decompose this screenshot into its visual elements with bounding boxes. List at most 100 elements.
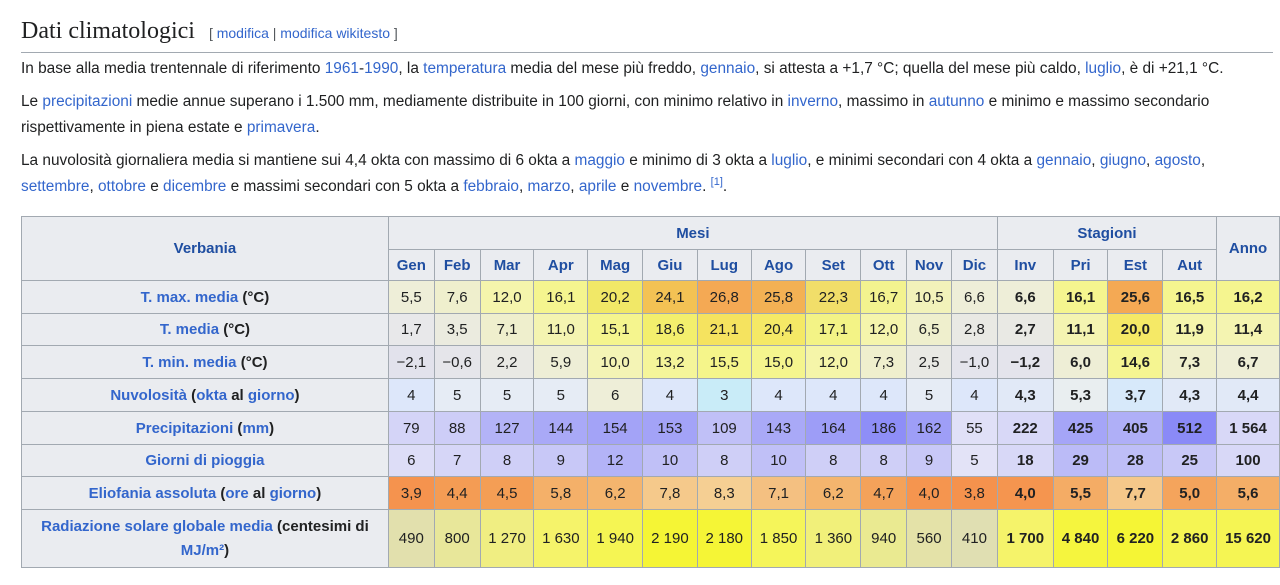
year-cell: 6,7 bbox=[1216, 345, 1280, 379]
month-cell: 18,6 bbox=[642, 313, 698, 346]
text-run: , massimo in bbox=[838, 93, 929, 110]
wiki-link[interactable]: inverno bbox=[788, 93, 838, 110]
text-run: , bbox=[1200, 152, 1206, 169]
wiki-link[interactable]: Giorni di pioggia bbox=[145, 452, 264, 469]
season-cell: 16,5 bbox=[1162, 280, 1218, 314]
month-cell: 2,5 bbox=[906, 345, 952, 379]
wiki-link[interactable]: Radiazione solare globale media bbox=[41, 518, 273, 535]
month-cell: 17,1 bbox=[805, 313, 862, 346]
month-cell: 1 940 bbox=[587, 509, 644, 568]
wiki-link[interactable]: precipitazioni bbox=[42, 93, 132, 110]
season-cell: 14,6 bbox=[1107, 345, 1164, 379]
text-run: , bbox=[570, 178, 579, 195]
month-cell: 560 bbox=[906, 509, 952, 568]
season-cell: 11,9 bbox=[1162, 313, 1218, 346]
wiki-link[interactable]: luglio bbox=[771, 152, 807, 169]
wiki-link[interactable]: okta bbox=[196, 387, 227, 404]
season-cell: 512 bbox=[1162, 411, 1218, 445]
wiki-link[interactable]: settembre bbox=[21, 178, 89, 195]
year-cell: 4,4 bbox=[1216, 378, 1280, 412]
month-cell: 16,7 bbox=[860, 280, 908, 314]
reference-link[interactable]: [1] bbox=[711, 176, 723, 188]
wiki-link[interactable]: T. min. media bbox=[142, 354, 236, 371]
wiki-link[interactable]: luglio bbox=[1085, 60, 1121, 77]
wiki-link[interactable]: dicembre bbox=[163, 178, 226, 195]
table-row: Nuvolosità (okta al giorno) 4 5 5 5 6 4 3 4 4 4 5 4 4… bbox=[21, 378, 1280, 412]
wiki-link[interactable]: T. max. media bbox=[141, 289, 239, 306]
month-cell: 7,3 bbox=[860, 345, 908, 379]
month-cell: 8 bbox=[860, 444, 908, 477]
wiki-link[interactable]: Eliofania assoluta bbox=[89, 485, 217, 502]
wiki-link[interactable]: febbraio bbox=[463, 178, 519, 195]
text-run: al bbox=[248, 484, 270, 502]
wiki-link[interactable]: 1990 bbox=[364, 60, 398, 77]
wiki-link[interactable]: gennaio bbox=[1036, 152, 1091, 169]
month-cell: 4 bbox=[642, 378, 698, 412]
month-cell: 12,0 bbox=[805, 345, 862, 379]
wiki-link[interactable]: Precipitazioni bbox=[136, 420, 234, 437]
season-header: Inv bbox=[996, 249, 1054, 281]
wiki-link[interactable]: primavera bbox=[247, 119, 315, 136]
month-cell: 6,6 bbox=[951, 280, 998, 314]
month-header: Ott bbox=[860, 249, 908, 281]
wiki-link[interactable]: mm bbox=[242, 420, 269, 437]
text-run: , bbox=[1091, 152, 1100, 169]
wiki-link[interactable]: MJ/m² bbox=[181, 542, 224, 559]
wiki-link[interactable]: novembre bbox=[634, 178, 702, 195]
season-cell: 11,1 bbox=[1052, 313, 1109, 346]
wiki-link[interactable]: maggio bbox=[575, 152, 625, 169]
text-run: (centesimi di bbox=[272, 517, 369, 535]
wiki-link[interactable]: T. media bbox=[160, 321, 219, 338]
season-cell: 2,7 bbox=[996, 313, 1054, 346]
wiki-link[interactable]: Nuvolosità bbox=[110, 387, 187, 404]
season-header: Aut bbox=[1162, 249, 1218, 281]
month-cell: 3,9 bbox=[387, 476, 435, 510]
month-cell: 5 bbox=[479, 378, 535, 412]
month-header: Giu bbox=[642, 249, 698, 281]
month-cell: 7 bbox=[433, 444, 481, 477]
month-cell: 9 bbox=[906, 444, 952, 477]
month-cell: 162 bbox=[906, 411, 952, 445]
wiki-link[interactable]: aprile bbox=[579, 178, 617, 195]
season-cell: 7,7 bbox=[1107, 476, 1164, 510]
month-cell: 3,8 bbox=[951, 476, 998, 510]
text-run: , bbox=[89, 178, 98, 195]
paragraph-cloudiness: La nuvolosità giornaliera media si manti… bbox=[21, 148, 1273, 200]
text-run: Le bbox=[21, 93, 43, 110]
season-cell: 4 840 bbox=[1052, 509, 1109, 568]
text-run: . bbox=[722, 178, 728, 195]
wiki-link[interactable]: giugno bbox=[1100, 152, 1146, 169]
row-header: Nuvolosità (okta al giorno) bbox=[21, 378, 389, 412]
wiki-link[interactable]: giorno bbox=[270, 485, 317, 502]
text-run: , bbox=[518, 178, 528, 195]
edit-source-link[interactable]: modifica wikitesto bbox=[280, 25, 390, 41]
table-row: Eliofania assoluta (ore al giorno) 3,9 4,4… bbox=[21, 476, 1280, 510]
month-cell: 5,5 bbox=[387, 280, 435, 314]
paragraph-precipitation: Le precipitazioni medie annue superano i… bbox=[21, 89, 1273, 141]
wiki-link[interactable]: gennaio bbox=[700, 60, 755, 77]
month-cell: 4 bbox=[860, 378, 908, 412]
table-row: T. max. media (°C) 5,5 7,6 12,0 16,1 20,2 24,1… bbox=[21, 280, 1280, 314]
wiki-link[interactable]: autunno bbox=[929, 93, 985, 110]
month-cell: 1 270 bbox=[479, 509, 535, 568]
wiki-link[interactable]: 1961 bbox=[325, 60, 359, 77]
row-header: T. media (°C) bbox=[21, 313, 389, 346]
month-cell: 10,0 bbox=[587, 345, 644, 379]
wiki-link[interactable]: marzo bbox=[528, 178, 571, 195]
text-run: . bbox=[702, 178, 711, 195]
wiki-link[interactable]: agosto bbox=[1155, 152, 1201, 169]
row-header: T. min. media (°C) bbox=[21, 345, 389, 379]
month-cell: 5 bbox=[906, 378, 952, 412]
wiki-link[interactable]: ore bbox=[225, 485, 248, 502]
wiki-link[interactable]: temperatura bbox=[423, 60, 506, 77]
corner-header: Verbania bbox=[21, 216, 389, 281]
wiki-link[interactable]: ottobre bbox=[98, 178, 146, 195]
season-cell: 29 bbox=[1052, 444, 1109, 477]
row-header: Giorni di pioggia bbox=[21, 444, 389, 477]
edit-link[interactable]: modifica bbox=[217, 25, 269, 41]
text-run: La nuvolosità giornaliera media si manti… bbox=[21, 152, 575, 169]
wiki-link[interactable]: giorno bbox=[248, 387, 295, 404]
text-run: e bbox=[145, 178, 164, 195]
month-cell: 154 bbox=[587, 411, 644, 445]
month-cell: 12,0 bbox=[860, 313, 908, 346]
